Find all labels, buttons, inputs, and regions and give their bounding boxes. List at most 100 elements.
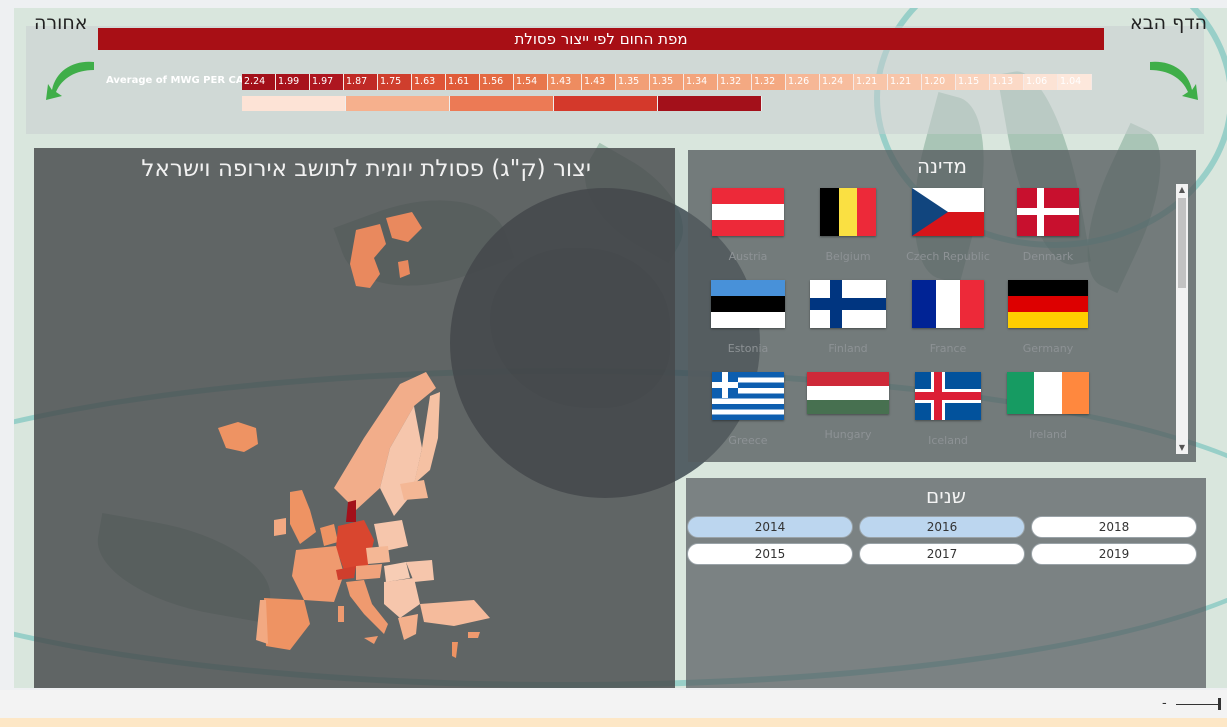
country-item-greece[interactable]: Greece	[698, 372, 798, 464]
country-item-czech-republic[interactable]: Czech Republic	[898, 188, 998, 280]
country-item-finland[interactable]: Finland	[798, 280, 898, 372]
country-item-ireland[interactable]: Ireland	[998, 372, 1098, 464]
country-scrollbar[interactable]: ▲ ▼	[1176, 184, 1188, 454]
year-button-2014[interactable]: 2014	[687, 516, 853, 538]
country-item-hungary[interactable]: Hungary	[798, 372, 898, 464]
heatstrip-cell[interactable]: 1.32	[752, 74, 786, 90]
country-label: Germany	[1022, 342, 1074, 355]
map-region-uk[interactable]	[290, 490, 316, 544]
heatstrip-cell[interactable]: 1.26	[786, 74, 820, 90]
country-label: Austria	[728, 250, 768, 263]
map-region-greece[interactable]	[398, 614, 418, 640]
heatstrip-cell[interactable]: 1.15	[956, 74, 990, 90]
heatstrip-cell[interactable]: 1.35	[616, 74, 650, 90]
map-region-svalbard[interactable]	[386, 212, 422, 242]
map-region-hungary[interactable]	[384, 562, 410, 582]
heatstrip-cell[interactable]: 1.32	[718, 74, 752, 90]
map-region-cyprus[interactable]	[468, 632, 480, 638]
map-region-czech[interactable]	[366, 546, 390, 564]
ireland-flag-icon	[1007, 372, 1089, 414]
map-region-benelux[interactable]	[320, 524, 338, 546]
map-region-turkey[interactable]	[420, 600, 490, 626]
zoom-out-button[interactable]: -	[1162, 696, 1167, 711]
greece-flag-icon	[712, 372, 784, 420]
hungary-flag-icon	[807, 372, 889, 414]
heatstrip-legend	[242, 96, 762, 111]
heatstrip-cell[interactable]: 1.04	[1058, 74, 1092, 90]
map-region-israel[interactable]	[452, 642, 458, 658]
back-button[interactable]: אחורה	[34, 12, 87, 34]
legend-swatch	[346, 96, 450, 111]
year-button-2015[interactable]: 2015	[687, 543, 853, 565]
country-label: Greece	[728, 434, 768, 447]
map-region-ireland[interactable]	[274, 518, 286, 536]
scroll-down-icon[interactable]: ▼	[1176, 442, 1188, 454]
zoom-slider-handle[interactable]	[1218, 698, 1221, 710]
country-slicer: מדינה Austria Belgium Czech Republic Den…	[688, 150, 1196, 462]
map-region-svalbard[interactable]	[350, 224, 386, 288]
legend-swatch	[242, 96, 346, 111]
next-arrow-icon[interactable]	[1144, 56, 1200, 104]
map-region-austria[interactable]	[356, 564, 382, 580]
estonia-flag-icon	[711, 280, 785, 328]
legend-swatch	[554, 96, 658, 111]
heatstrip-cell[interactable]: 1.21	[854, 74, 888, 90]
heatstrip-cell[interactable]: 1.43	[548, 74, 582, 90]
denmark-flag-icon	[1017, 188, 1079, 236]
heatstrip-cell[interactable]: 1.24	[820, 74, 854, 90]
heatstrip-cell[interactable]: 1.21	[888, 74, 922, 90]
scroll-up-icon[interactable]: ▲	[1176, 184, 1188, 196]
country-label: Iceland	[928, 434, 968, 447]
heatstrip-cell[interactable]: 2.24	[242, 74, 276, 90]
heatstrip-cell[interactable]: 1.34	[684, 74, 718, 90]
heatstrip-cell[interactable]: 1.63	[412, 74, 446, 90]
heatstrip-cell[interactable]: 1.97	[310, 74, 344, 90]
year-button-2018[interactable]: 2018	[1031, 516, 1197, 538]
map-region-italy[interactable]	[346, 580, 388, 634]
back-arrow-icon[interactable]	[44, 56, 100, 104]
country-label: Estonia	[727, 342, 769, 355]
map-region-sardinia[interactable]	[338, 606, 344, 622]
map-region-svalbard[interactable]	[398, 260, 410, 278]
map-region-france[interactable]	[292, 546, 344, 602]
year-button-2017[interactable]: 2017	[859, 543, 1025, 565]
heatstrip-cell[interactable]: 1.87	[344, 74, 378, 90]
years-slicer: שנים 2014 2016 2018 2015 2017 2019	[686, 478, 1206, 688]
map-region-iceland[interactable]	[218, 422, 258, 452]
heatstrip-cell[interactable]: 1.13	[990, 74, 1024, 90]
heatstrip-cell[interactable]: 1.61	[446, 74, 480, 90]
heatstrip-cell[interactable]: 1.06	[1024, 74, 1058, 90]
map-region-denmark[interactable]	[346, 500, 356, 522]
legend-swatch	[450, 96, 554, 111]
country-item-denmark[interactable]: Denmark	[998, 188, 1098, 280]
year-button-2016[interactable]: 2016	[859, 516, 1025, 538]
map-region-sicily[interactable]	[364, 636, 378, 644]
year-button-2019[interactable]: 2019	[1031, 543, 1197, 565]
map-region-spain[interactable]	[264, 598, 310, 650]
finland-flag-icon	[810, 280, 886, 328]
scroll-thumb[interactable]	[1178, 198, 1186, 288]
country-slicer-title: מדינה	[916, 154, 968, 178]
country-item-france[interactable]: France	[898, 280, 998, 372]
heatstrip-cell[interactable]: 1.75	[378, 74, 412, 90]
country-item-iceland[interactable]: Iceland	[898, 372, 998, 464]
heatstrip-cell[interactable]: 1.20	[922, 74, 956, 90]
map-region-portugal[interactable]	[256, 600, 268, 644]
heatstrip: 2.24 1.99 1.97 1.87 1.75 1.63 1.61 1.56 1.54 1.43…	[242, 74, 1092, 90]
country-item-belgium[interactable]: Belgium	[798, 188, 898, 280]
country-label: Ireland	[1028, 428, 1068, 441]
heatstrip-cell[interactable]: 1.54	[514, 74, 548, 90]
map-region-balkans[interactable]	[384, 578, 420, 618]
france-flag-icon	[912, 280, 984, 328]
heatstrip-cell[interactable]: 1.56	[480, 74, 514, 90]
next-page-button[interactable]: הדף הבא	[1130, 12, 1207, 34]
country-item-germany[interactable]: Germany	[998, 280, 1098, 372]
country-item-austria[interactable]: Austria	[698, 188, 798, 280]
heatstrip-cell[interactable]: 1.99	[276, 74, 310, 90]
zoom-slider[interactable]	[1176, 704, 1220, 705]
legend-swatch	[658, 96, 762, 111]
heatstrip-cell[interactable]: 1.35	[650, 74, 684, 90]
country-item-estonia[interactable]: Estonia	[698, 280, 798, 372]
austria-flag-icon	[712, 188, 784, 236]
heatstrip-cell[interactable]: 1.43	[582, 74, 616, 90]
